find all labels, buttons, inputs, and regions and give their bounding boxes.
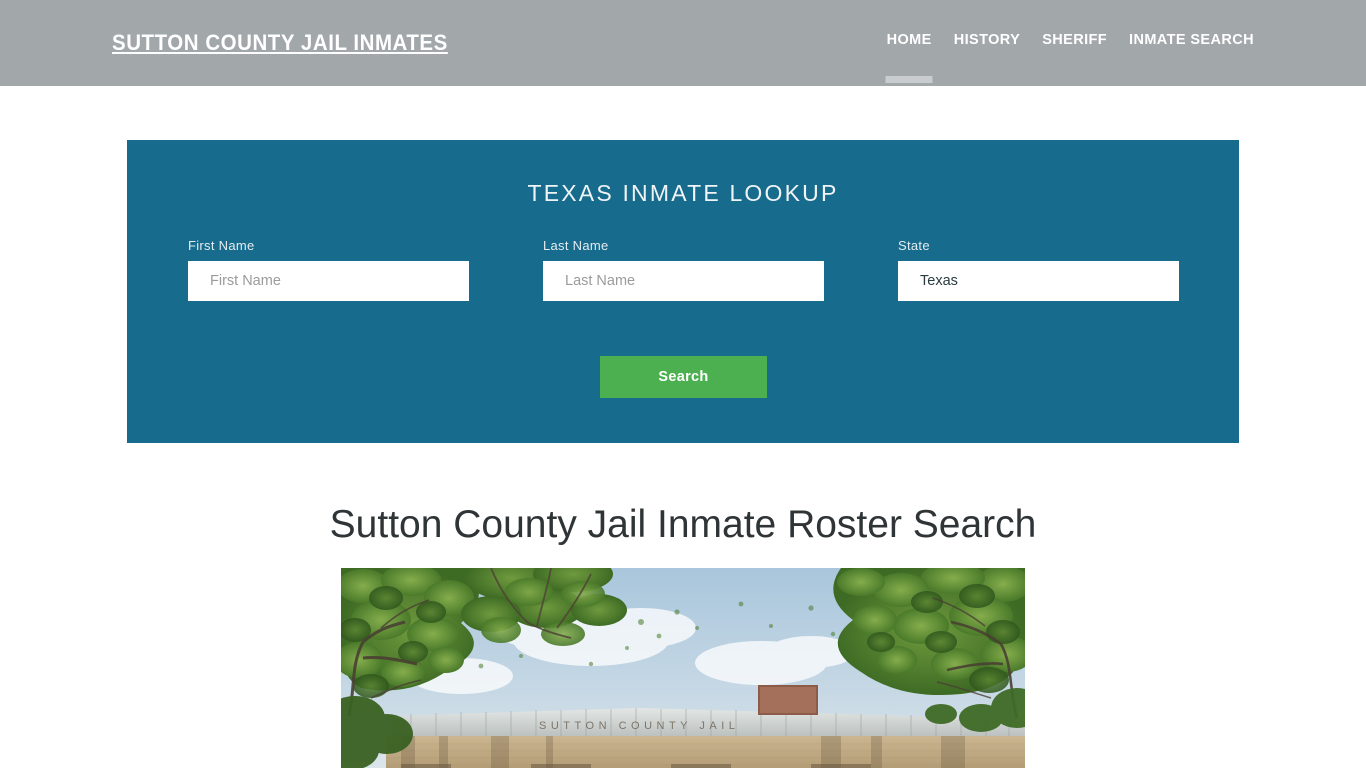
first-name-input[interactable] (188, 261, 469, 301)
search-button[interactable]: Search (600, 356, 767, 398)
jail-building-sign: SUTTON COUNTY JAIL (539, 720, 740, 732)
page-title: Sutton County Jail Inmate Roster Search (329, 503, 1037, 546)
site-brand-logo[interactable]: Sutton County Jail Inmates (112, 30, 448, 56)
first-name-label: First Name (188, 238, 255, 253)
nav-item-inmate-search[interactable]: Inmate Search (1129, 32, 1254, 52)
last-name-input[interactable] (543, 261, 824, 301)
main-navigation: Home History Sheriff Inmate Search (887, 32, 1254, 52)
nav-item-sheriff[interactable]: Sheriff (1042, 32, 1107, 52)
inmate-lookup-panel: Texas Inmate Lookup First Name Last Name… (127, 140, 1239, 443)
nav-item-home[interactable]: Home (887, 32, 932, 52)
lookup-panel-title: Texas Inmate Lookup (527, 180, 839, 206)
field-group-state: State (898, 238, 1179, 301)
header-inner: Sutton County Jail Inmates Home History … (0, 0, 1366, 86)
state-input[interactable] (898, 261, 1179, 301)
last-name-label: Last Name (543, 238, 609, 253)
state-label: State (898, 238, 930, 253)
site-header: Sutton County Jail Inmates Home History … (0, 0, 1366, 86)
field-group-first-name: First Name (188, 238, 469, 301)
nav-item-history[interactable]: History (954, 32, 1020, 52)
jail-photo: SUTTON COUNTY JAIL (341, 568, 1025, 768)
field-group-last-name: Last Name (543, 238, 824, 301)
jail-photo-illustration (341, 568, 1025, 768)
